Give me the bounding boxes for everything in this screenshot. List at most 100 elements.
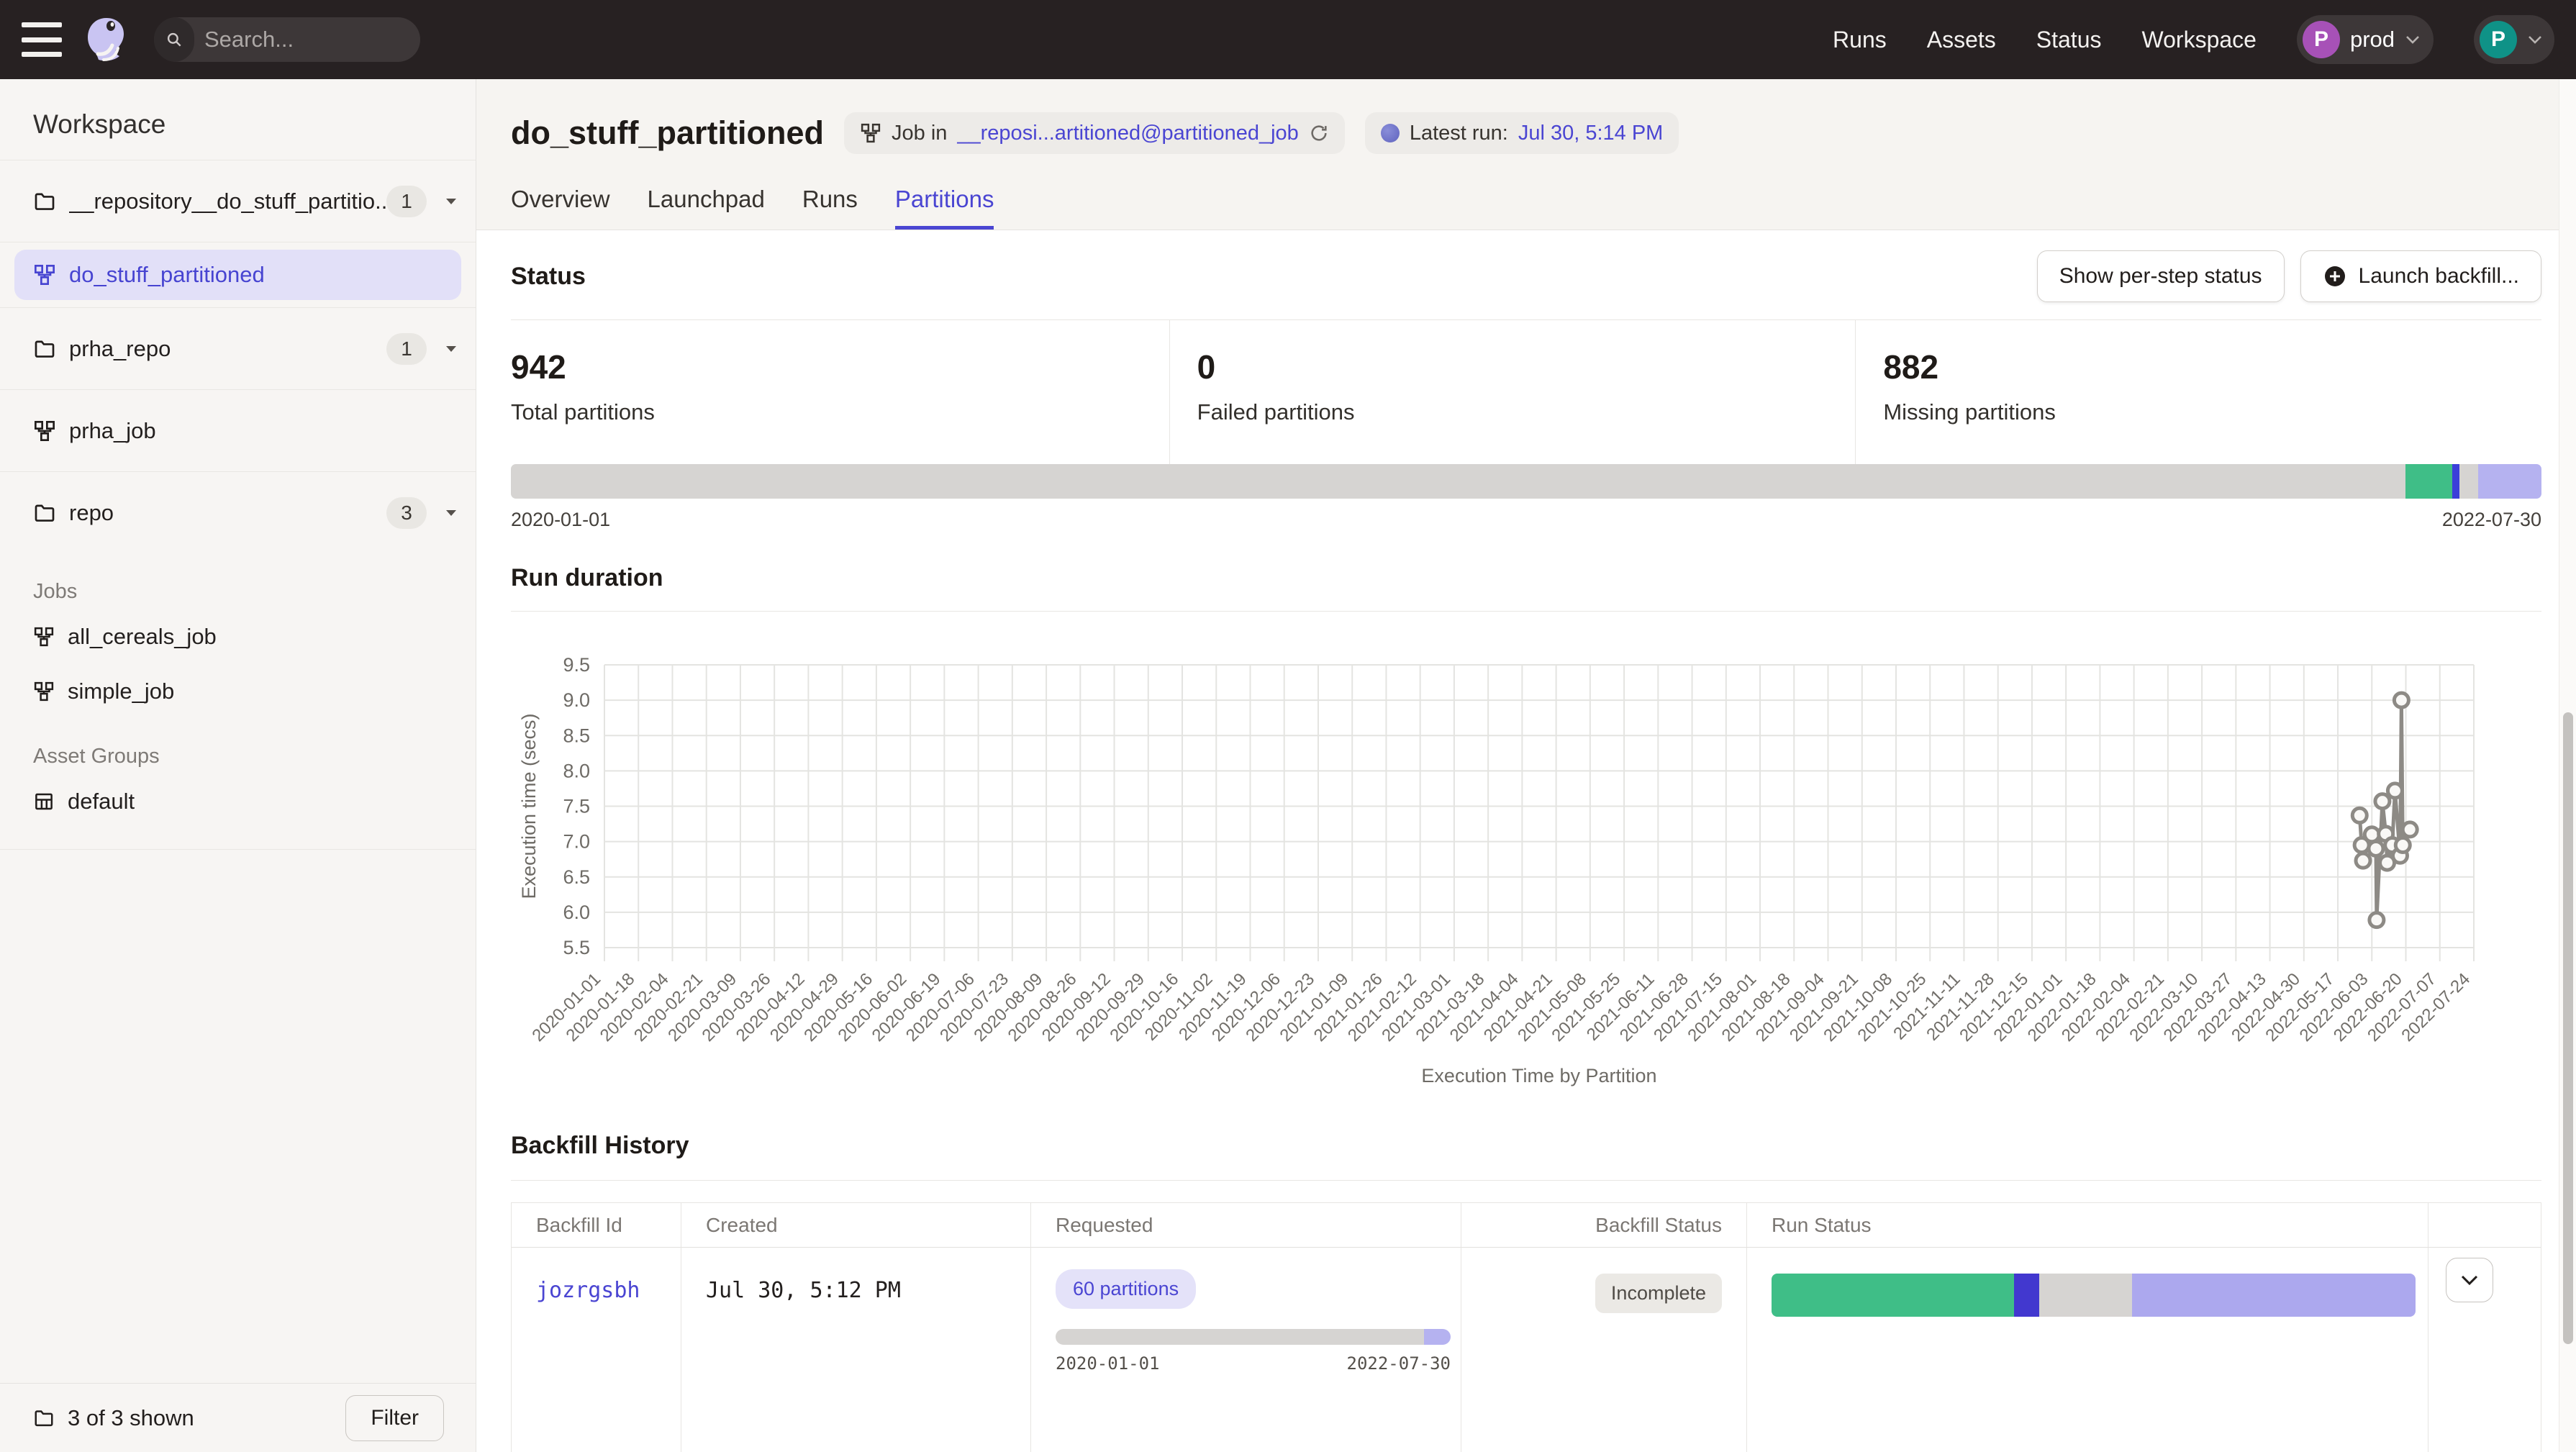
deployment-label: prod <box>2350 27 2395 53</box>
svg-text:Execution time (secs): Execution time (secs) <box>518 713 540 899</box>
expand-row-button[interactable] <box>2446 1258 2493 1302</box>
show-per-step-status-button[interactable]: Show per-step status <box>2037 250 2285 302</box>
repo-label: prha_repo <box>69 336 386 362</box>
job-icon <box>33 626 55 648</box>
sidebar-title: Workspace <box>0 79 476 160</box>
backfill-id-link[interactable]: jozrgsbh <box>536 1278 640 1303</box>
svg-text:6.5: 6.5 <box>563 866 590 888</box>
menu-icon[interactable] <box>22 22 62 57</box>
user-menu[interactable]: P <box>2474 15 2554 64</box>
job-origin-prefix: Job in <box>892 122 947 145</box>
bar-segment <box>2459 464 2479 499</box>
svg-text:Execution Time by Partition: Execution Time by Partition <box>1421 1065 1656 1086</box>
bar-segment <box>1424 1329 1451 1345</box>
caret-down-icon[interactable] <box>445 345 457 353</box>
col-run-status: Run Status <box>1747 1203 2428 1248</box>
tab-runs[interactable]: Runs <box>802 186 858 230</box>
job-label: prha_job <box>69 418 457 444</box>
folder-icon <box>33 1407 55 1429</box>
caret-down-icon[interactable] <box>445 198 457 205</box>
chevron-down-icon <box>2527 35 2543 45</box>
job-label: do_stuff_partitioned <box>69 262 265 288</box>
reload-icon[interactable] <box>1309 123 1329 143</box>
tab-overview[interactable]: Overview <box>511 186 610 230</box>
caret-down-icon[interactable] <box>445 509 457 517</box>
svg-text:6.0: 6.0 <box>563 902 590 923</box>
top-nav: / Runs Assets Status Workspace P prod P <box>0 0 2576 79</box>
bar-segment <box>2039 1274 2132 1317</box>
repo-label: repo <box>69 500 386 526</box>
backfill-history-heading: Backfill History <box>511 1132 2541 1181</box>
nav-link-assets[interactable]: Assets <box>1927 27 1996 53</box>
sidebar-item-prha-job[interactable]: prha_job <box>0 390 476 472</box>
table-row-backfill-id: jozrgsbh <box>512 1248 681 1452</box>
latest-run-link[interactable]: Jul 30, 5:14 PM <box>1518 122 1664 145</box>
sidebar-item-default-asset-group[interactable]: default <box>0 774 476 829</box>
job-icon <box>33 263 56 286</box>
launch-backfill-button[interactable]: Launch backfill... <box>2300 250 2541 302</box>
svg-text:9.5: 9.5 <box>563 654 590 676</box>
deployment-switcher[interactable]: P prod <box>2297 15 2434 64</box>
stat-total-partitions: 942 Total partitions <box>511 320 1169 464</box>
folder-icon <box>33 502 56 525</box>
bar-segment <box>2405 464 2452 499</box>
chevron-down-icon <box>2405 35 2421 45</box>
page-header: do_stuff_partitioned Job in __reposi...a… <box>476 79 2576 230</box>
asset-group-label: default <box>68 789 135 815</box>
sidebar-item-simple-job[interactable]: simple_job <box>0 664 476 719</box>
stat-missing-partitions: 882 Missing partitions <box>1855 320 2541 464</box>
dagster-logo-icon[interactable] <box>81 14 132 65</box>
job-origin-tag: Job in __reposi...artitioned@partitioned… <box>844 112 1345 154</box>
run-status-bar[interactable] <box>1772 1274 2416 1317</box>
sidebar-footer: 3 of 3 shown Filter <box>0 1383 476 1452</box>
job-icon <box>33 419 56 443</box>
sidebar-item-prha-repo[interactable]: prha_repo 1 <box>0 308 476 390</box>
filter-button[interactable]: Filter <box>345 1395 444 1441</box>
job-origin-link[interactable]: __reposi...artitioned@partitioned_job <box>957 122 1298 145</box>
repo-count-badge: 1 <box>386 333 427 365</box>
global-search[interactable]: / <box>154 17 420 62</box>
shown-count: 3 of 3 shown <box>68 1405 194 1431</box>
sidebar-item-do-stuff-partitioned[interactable]: do_stuff_partitioned <box>14 250 461 300</box>
folder-icon <box>33 337 56 360</box>
bar-segment <box>1056 1329 1424 1345</box>
created-timestamp: Jul 30, 5:12 PM <box>706 1278 901 1303</box>
bar-segment <box>2132 1274 2416 1317</box>
main-scrollbar[interactable] <box>2559 79 2576 1452</box>
run-duration-heading: Run duration <box>511 564 2541 612</box>
sidebar-item-repository-do-stuff[interactable]: __repository__do_stuff_partitio... 1 <box>0 160 476 242</box>
table-row-run-status <box>1747 1248 2428 1452</box>
job-label: simple_job <box>68 679 174 704</box>
repo-count-badge: 3 <box>386 497 427 529</box>
nav-link-status[interactable]: Status <box>2036 27 2102 53</box>
tab-partitions[interactable]: Partitions <box>895 186 994 230</box>
plus-circle-icon <box>2323 264 2347 289</box>
search-icon <box>154 17 194 62</box>
latest-run-tag: Latest run: Jul 30, 5:14 PM <box>1365 112 1679 154</box>
nav-link-runs[interactable]: Runs <box>1833 27 1887 53</box>
user-avatar: P <box>2480 21 2517 58</box>
bar-segment <box>2478 464 2541 499</box>
partition-status-bar[interactable] <box>511 464 2541 499</box>
jobs-section-label: Jobs <box>0 554 476 609</box>
job-icon <box>860 122 881 144</box>
bar-segment <box>2452 464 2459 499</box>
requested-progress-bar <box>1056 1329 1451 1345</box>
nav-link-workspace[interactable]: Workspace <box>2141 27 2256 53</box>
sidebar-item-all-cereals-job[interactable]: all_cereals_job <box>0 609 476 664</box>
requested-partitions-badge[interactable]: 60 partitions <box>1056 1269 1196 1309</box>
status-heading: Status <box>511 263 586 291</box>
job-icon <box>33 681 55 702</box>
scrollbar-thumb[interactable] <box>2563 712 2573 1344</box>
tab-launchpad[interactable]: Launchpad <box>648 186 765 230</box>
svg-text:8.0: 8.0 <box>563 760 590 781</box>
col-actions <box>2428 1203 2541 1248</box>
col-created: Created <box>681 1203 1031 1248</box>
sidebar-item-repo[interactable]: repo 3 <box>0 472 476 554</box>
bar-segment <box>511 464 2405 499</box>
svg-text:9.0: 9.0 <box>563 689 590 711</box>
search-input[interactable] <box>194 27 420 53</box>
job-label: all_cereals_job <box>68 624 217 650</box>
repo-count-badge: 1 <box>386 186 427 217</box>
run-duration-chart[interactable]: 9.59.08.58.07.57.06.56.05.52020-01-01202… <box>511 612 2541 1100</box>
